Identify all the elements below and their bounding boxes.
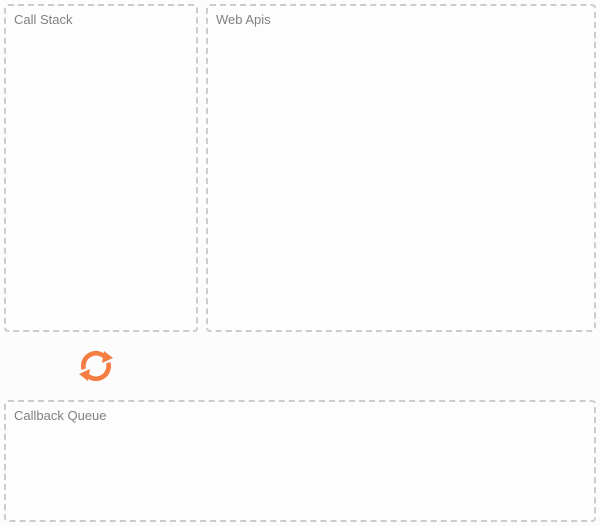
event-loop-row: [4, 332, 596, 400]
callback-queue-panel: Callback Queue: [4, 400, 596, 522]
web-apis-panel: Web Apis: [206, 4, 596, 332]
event-loop-icon: [72, 342, 120, 390]
call-stack-label: Call Stack: [14, 12, 73, 27]
callback-queue-label: Callback Queue: [14, 408, 107, 423]
top-row: Call Stack Web Apis: [4, 4, 596, 332]
event-loop-diagram: Call Stack Web Apis Callback Queu: [4, 4, 596, 522]
call-stack-panel: Call Stack: [4, 4, 198, 332]
web-apis-label: Web Apis: [216, 12, 271, 27]
